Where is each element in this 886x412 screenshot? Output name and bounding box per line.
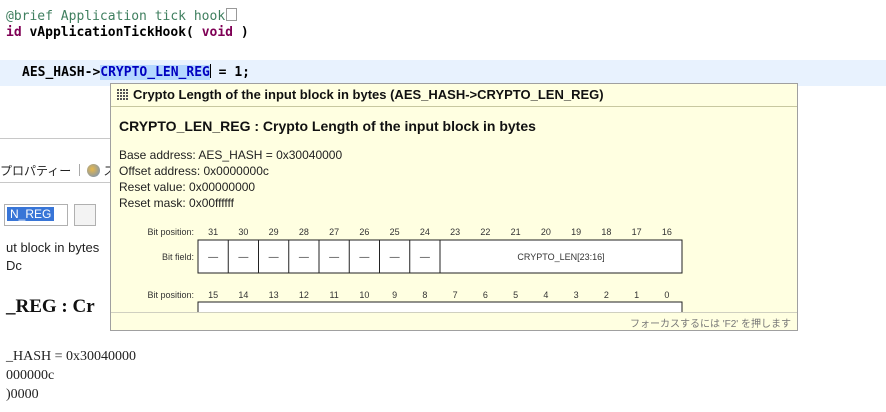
register-symbol[interactable]: CRYPTO_LEN_REG [100, 65, 210, 80]
bit-position-number: 28 [299, 227, 309, 237]
bit-position-number: 5 [513, 290, 518, 300]
bit-position-number: 15 [208, 290, 218, 300]
comment-text: @brief Application tick hook [6, 9, 226, 24]
func-prefix: id [6, 25, 30, 40]
focus-hint: フォーカスするには 'F2' を押します [629, 319, 791, 330]
bit-position-number: 1 [634, 290, 639, 300]
bit-position-number: 9 [392, 290, 397, 300]
register-heading: _REG : Cr [6, 296, 95, 317]
reserved-bit-field: — [359, 252, 369, 263]
bit-position-number: 7 [453, 290, 458, 300]
bit-position-number: 13 [269, 290, 279, 300]
reserved-bit-field: — [299, 252, 309, 263]
func-name: vApplicationTickHook( [29, 25, 194, 40]
code-statement-line[interactable]: AES_HASH->CRYPTO_LEN_REG = 1; [22, 64, 250, 80]
bit-position-number: 31 [208, 227, 218, 237]
bit-position-number: 11 [329, 290, 338, 300]
description-text: ut block in bytes [6, 240, 100, 255]
reserved-bit-field: — [269, 252, 279, 263]
search-input[interactable]: N_REG [4, 204, 68, 226]
tab-separator [78, 164, 80, 176]
gear-icon [86, 164, 100, 177]
panel-divider [0, 138, 110, 139]
bit-position-number: 12 [299, 290, 309, 300]
crypto-len-field: CRYPTO_LEN[23:16] [517, 252, 604, 262]
func-keyword: void [201, 25, 233, 40]
reserved-bit-field: — [420, 252, 430, 263]
offset-address-text: 000000c [6, 368, 55, 383]
code-suffix: = 1; [210, 65, 250, 80]
bit-position-number: 2 [604, 290, 609, 300]
search-value: N_REG [7, 207, 55, 221]
bit-position-number: 19 [571, 227, 581, 237]
properties-tab-label: プロパティー [0, 164, 72, 178]
base-address-text: _HASH = 0x30040000 [6, 349, 137, 364]
reserved-bit-field: — [329, 252, 339, 263]
register-hover-popup[interactable]: Crypto Length of the input block in byte… [110, 83, 798, 331]
bit-position-number: 6 [483, 290, 488, 300]
bit-field-label: Bit field: [162, 252, 194, 262]
bit-position-number: 29 [269, 227, 279, 237]
bit-position-number: 24 [420, 227, 430, 237]
reset-value-text: )0000 [6, 387, 39, 402]
bit-position-number: 18 [601, 227, 611, 237]
register-bitfield-diagram: Bit position: 31 30 29 28 27 26 25 24 23 22 21 20 19 1… [147, 227, 683, 314]
bit-position-number: 20 [541, 227, 551, 237]
reserved-bit-field: — [238, 252, 248, 263]
bit-position-number: 23 [450, 227, 460, 237]
properties-tab[interactable]: プロパティー ス [0, 162, 115, 179]
reserved-bit-field: — [208, 252, 218, 263]
bit-position-number: 21 [511, 227, 521, 237]
bit-position-number: 25 [390, 227, 400, 237]
code-function-line: id vApplicationTickHook( void ) [6, 25, 249, 40]
func-close: ) [233, 25, 249, 40]
bracket-box-icon [226, 8, 238, 21]
bit-position-number: 4 [543, 290, 548, 300]
popup-status-bar: フォーカスするには 'F2' を押します [111, 312, 797, 330]
code-comment-line: @brief Application tick hook [6, 8, 238, 24]
search-button[interactable] [74, 204, 96, 226]
bit-position-number: 30 [238, 227, 248, 237]
bit-position-number: 17 [632, 227, 642, 237]
panel-divider [0, 182, 110, 183]
bit-position-number: 26 [359, 227, 369, 237]
bit-position-label: Bit position: [147, 290, 194, 300]
offset-text: Dc [6, 258, 22, 273]
reserved-bit-field: — [390, 252, 400, 263]
bit-position-number: 3 [574, 290, 579, 300]
bit-position-number: 8 [422, 290, 427, 300]
bit-position-number: 14 [238, 290, 248, 300]
bit-position-number: 10 [359, 290, 369, 300]
bit-position-number: 27 [329, 227, 339, 237]
code-prefix: AES_HASH-> [22, 65, 101, 80]
bit-position-number: 22 [480, 227, 490, 237]
bit-position-number: 0 [664, 290, 669, 300]
bit-position-number: 16 [662, 227, 672, 237]
bit-position-label: Bit position: [147, 227, 194, 237]
